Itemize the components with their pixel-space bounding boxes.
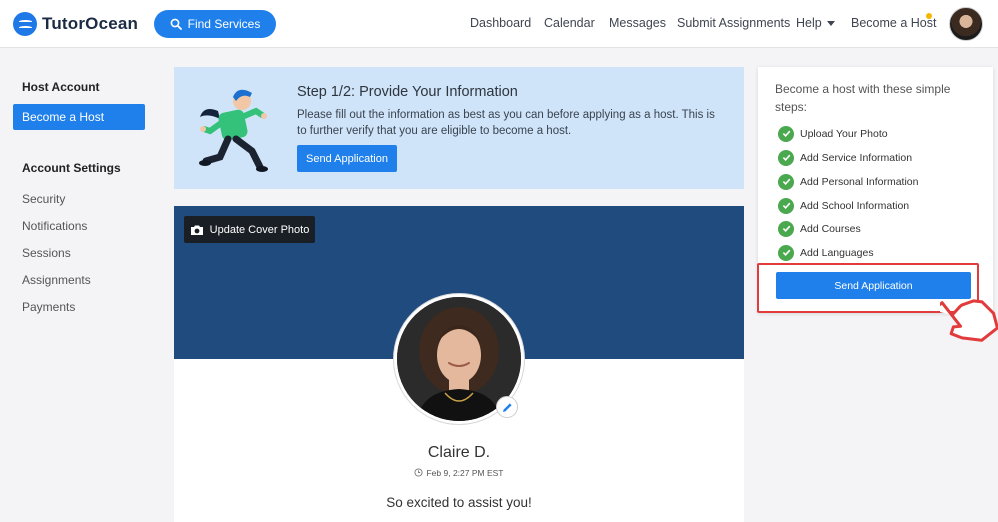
step-description: Please fill out the information as best … xyxy=(297,109,715,137)
tutorocean-logo[interactable]: TutorOcean xyxy=(13,12,138,36)
find-services-button[interactable]: Find Services xyxy=(154,10,276,38)
sidebar-item-security[interactable]: Security xyxy=(22,192,65,206)
nav-calendar[interactable]: Calendar xyxy=(544,16,595,30)
clock-icon xyxy=(414,468,424,477)
sidebar-item-sessions[interactable]: Sessions xyxy=(22,246,71,260)
top-navigation-bar: TutorOcean Find Services Dashboard Calen… xyxy=(0,0,998,48)
host-account-heading: Host Account xyxy=(22,80,100,94)
pencil-icon xyxy=(502,402,512,412)
step-label: Add Courses xyxy=(800,222,861,235)
nav-messages[interactable]: Messages xyxy=(609,16,666,30)
step-label: Add Languages xyxy=(800,246,874,259)
check-icon xyxy=(778,220,794,237)
banner-send-application-button[interactable]: Send Application xyxy=(297,145,397,172)
profile-timestamp: Feb 9, 2:27 PM EST xyxy=(174,468,744,478)
caret-down-icon xyxy=(826,21,835,27)
sidebar-item-payments[interactable]: Payments xyxy=(22,300,75,314)
nav-help[interactable]: Help xyxy=(796,16,835,30)
check-icon xyxy=(778,125,794,142)
edit-photo-button[interactable] xyxy=(496,396,518,418)
sidebar-item-assignments[interactable]: Assignments xyxy=(22,273,91,287)
update-cover-photo-label: Update Cover Photo xyxy=(209,223,310,236)
search-icon xyxy=(170,18,182,30)
check-icon xyxy=(778,173,794,190)
nav-submit-assignments[interactable]: Submit Assignments xyxy=(677,16,790,30)
account-settings-heading: Account Settings xyxy=(22,161,121,175)
running-person-illustration xyxy=(199,89,268,172)
sidebar-item-become-a-host[interactable]: Become a Host xyxy=(13,104,145,130)
logo-waves-icon xyxy=(13,12,37,36)
step-banner: Step 1/2: Provide Your Information Pleas… xyxy=(174,67,744,189)
profile-timestamp-text: Feb 9, 2:27 PM EST xyxy=(426,468,504,478)
update-cover-photo-button[interactable]: Update Cover Photo xyxy=(184,216,315,243)
pointer-hand-icon xyxy=(940,299,998,342)
nav-dashboard[interactable]: Dashboard xyxy=(470,16,531,30)
find-services-label: Find Services xyxy=(187,17,261,31)
sidebar-item-notifications[interactable]: Notifications xyxy=(22,219,87,233)
step-languages: Add Languages xyxy=(778,244,874,261)
step-service-information: Add Service Information xyxy=(778,149,912,166)
step-personal-information: Add Personal Information xyxy=(778,173,918,190)
nav-become-a-host[interactable]: Become a Host xyxy=(851,16,936,30)
user-avatar[interactable] xyxy=(949,7,983,41)
camera-icon xyxy=(190,225,203,235)
notification-dot xyxy=(926,13,932,19)
step-label: Add Personal Information xyxy=(800,175,919,188)
step-title: Step 1/2: Provide Your Information xyxy=(297,84,518,100)
logo-text: TutorOcean xyxy=(42,14,139,33)
check-icon xyxy=(778,149,794,166)
profile-status-message: So excited to assist you! xyxy=(386,495,532,510)
step-school-information: Add School Information xyxy=(778,197,909,214)
step-upload-photo: Upload Your Photo xyxy=(778,125,888,142)
profile-card: Update Cover Photo Claire D. Feb 9, 2:27… xyxy=(174,206,744,522)
check-icon xyxy=(778,197,794,214)
step-courses: Add Courses xyxy=(778,220,861,237)
step-label: Add School Information xyxy=(800,199,910,212)
profile-name: Claire D. xyxy=(427,444,491,461)
step-label: Add Service Information xyxy=(800,151,913,164)
steps-intro: Become a host with these simple steps: xyxy=(775,82,951,114)
nav-help-label: Help xyxy=(796,16,822,30)
check-icon xyxy=(778,244,794,261)
step-label: Upload Your Photo xyxy=(800,127,888,140)
